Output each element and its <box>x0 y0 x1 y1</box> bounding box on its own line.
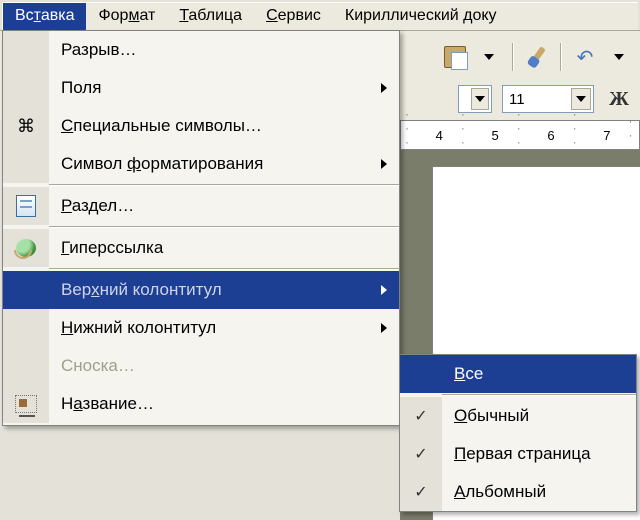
menu-item-icon-slot: ✓ <box>400 473 442 511</box>
submenu-arrow-icon <box>381 159 387 169</box>
menubar-item[interactable]: Сервис <box>254 3 333 30</box>
chevron-down-icon <box>484 54 494 60</box>
toolbar-separator <box>560 43 562 71</box>
special-chars-icon: ⌘ <box>17 116 35 137</box>
section-icon <box>16 195 36 217</box>
submenu-arrow-icon <box>381 285 387 295</box>
checkmark-icon: ✓ <box>414 482 427 502</box>
combo-value: 11 <box>509 91 525 108</box>
ruler-number: 7 <box>603 128 612 143</box>
menu-item[interactable]: Разрыв… <box>3 31 399 69</box>
menu-item[interactable]: Нижний колонтитул <box>3 309 399 347</box>
submenu-item[interactable]: ✓ Альбомный <box>400 473 636 511</box>
header-submenu: Все ✓ Обычный ✓ Первая страница ✓ Альбомный <box>399 354 637 512</box>
ruler-number: 5 <box>492 128 501 143</box>
checkmark-icon: ✓ <box>414 406 427 426</box>
menu-item-label: Гиперссылка <box>49 238 399 258</box>
chevron-down-icon <box>576 96 586 102</box>
menubar-item[interactable]: Таблица <box>167 3 254 30</box>
menu-separator <box>49 268 399 270</box>
undo-dropdown[interactable] <box>604 42 634 72</box>
menu-item-label: Поля <box>49 78 381 98</box>
caption-icon <box>15 395 37 413</box>
menu-separator <box>442 394 636 396</box>
menu-separator <box>49 226 399 228</box>
menu-item-label: Название… <box>49 394 399 414</box>
insert-menu-dropdown: Разрыв… Поля ⌘ Специальные символы… Символ ф… <box>2 30 400 426</box>
toolbar-row-standard: ↶ <box>440 40 634 74</box>
submenu-item[interactable]: ✓ Обычный <box>400 397 636 435</box>
menu-item[interactable]: Название… <box>3 385 399 423</box>
paste-button[interactable] <box>440 42 470 72</box>
menu-item-icon-slot <box>3 271 49 309</box>
menu-item-label: Разрыв… <box>49 40 399 60</box>
menu-item-label: Символ форматирования <box>49 154 381 174</box>
submenu-item-label: Все <box>442 364 636 384</box>
bold-button[interactable]: Ж <box>604 84 634 114</box>
ruler-number: 6 <box>547 128 556 143</box>
submenu-arrow-icon <box>381 83 387 93</box>
submenu-arrow-icon <box>381 323 387 333</box>
horizontal-ruler[interactable]: · · · ·4· · · ·5· · · ·6· · · ·7· · · <box>400 120 640 150</box>
chevron-down-icon <box>475 96 485 102</box>
format-paintbrush-button[interactable] <box>522 42 552 72</box>
submenu-item[interactable]: ✓ Первая страница <box>400 435 636 473</box>
menubar-item[interactable]: Вставка <box>3 3 86 30</box>
menu-item[interactable]: Сноска… <box>3 347 399 385</box>
menu-item-icon-slot <box>400 355 442 393</box>
menu-item-label: Верхний колонтитул <box>49 280 381 300</box>
menubar: ВставкаФорматТаблицаСервисКириллический … <box>2 2 638 30</box>
menu-item[interactable]: Поля <box>3 69 399 107</box>
menu-separator <box>49 184 399 186</box>
menu-item-icon-slot <box>3 347 49 385</box>
menubar-item[interactable]: Формат <box>86 3 167 30</box>
menu-item-icon-slot <box>3 69 49 107</box>
menu-item-icon-slot <box>3 145 49 183</box>
bold-glyph-icon: Ж <box>609 88 629 111</box>
menu-item-icon-slot <box>3 385 49 423</box>
submenu-item-label: Альбомный <box>442 482 636 502</box>
menu-item-icon-slot <box>3 31 49 69</box>
ruler-number: 4 <box>436 128 445 143</box>
submenu-item[interactable]: Все <box>400 355 636 393</box>
submenu-item-label: Обычный <box>442 406 636 426</box>
menu-item-label: Специальные символы… <box>49 116 399 136</box>
menu-item[interactable]: Раздел… <box>3 187 399 225</box>
clipboard-paste-icon <box>444 46 466 68</box>
menu-item[interactable]: Гиперссылка <box>3 229 399 267</box>
submenu-item-label: Первая страница <box>442 444 636 464</box>
menu-item-icon-slot <box>3 229 49 267</box>
undo-icon: ↶ <box>577 45 594 70</box>
paintbrush-icon <box>527 45 548 69</box>
undo-button[interactable]: ↶ <box>570 42 600 72</box>
menu-item-label: Сноска… <box>49 356 399 376</box>
toolbar-separator <box>512 43 514 71</box>
menu-item-icon-slot: ⌘ <box>3 107 49 145</box>
menu-item-label: Нижний колонтитул <box>49 318 381 338</box>
paste-dropdown[interactable] <box>474 42 504 72</box>
checkmark-icon: ✓ <box>414 444 427 464</box>
menu-item-icon-slot <box>3 309 49 347</box>
menubar-item[interactable]: Кириллический доку <box>333 3 509 30</box>
menu-item-icon-slot: ✓ <box>400 435 442 473</box>
menu-item[interactable]: Символ форматирования <box>3 145 399 183</box>
menu-item-icon-slot: ✓ <box>400 397 442 435</box>
menu-item[interactable]: Верхний колонтитул <box>3 271 399 309</box>
globe-icon <box>16 239 36 257</box>
toolbar-row-formatting: 11 Ж <box>458 82 634 116</box>
menu-item-icon-slot <box>3 187 49 225</box>
menu-item-label: Раздел… <box>49 196 399 216</box>
chevron-down-icon <box>614 54 624 60</box>
menu-item[interactable]: ⌘ Специальные символы… <box>3 107 399 145</box>
